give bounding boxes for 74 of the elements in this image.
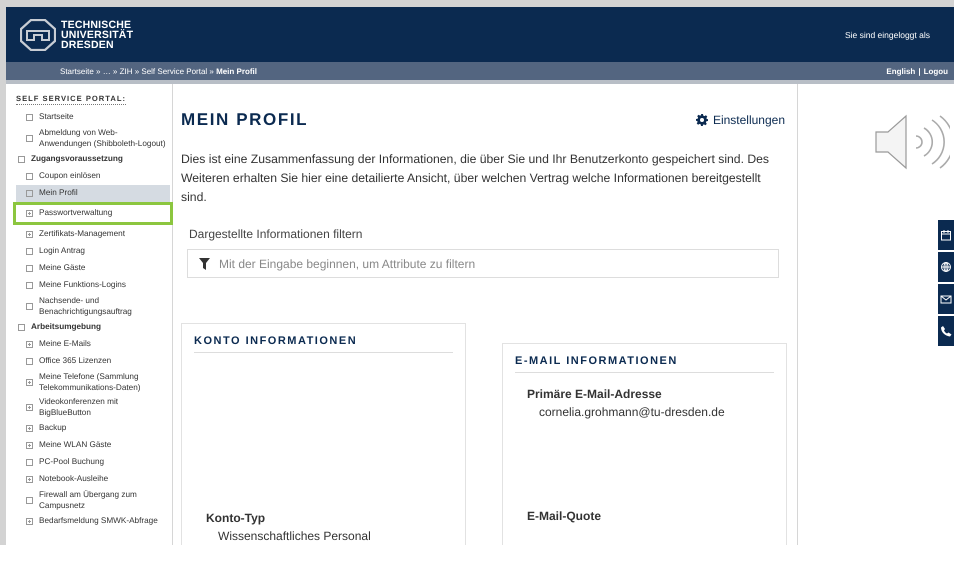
expand-icon — [26, 476, 33, 483]
mail-icon — [940, 293, 952, 305]
header-link[interactable]: English — [886, 66, 916, 76]
settings-icon — [696, 114, 708, 126]
page-icon — [26, 497, 33, 504]
card-title: KONTO INFORMATIONEN — [194, 335, 453, 353]
sidebar-item[interactable]: Meine Funktions-Logins — [16, 277, 170, 294]
page-icon — [18, 324, 25, 331]
field-label: Konto-Typ — [206, 511, 266, 525]
expand-icon — [26, 425, 33, 432]
sidebar-item[interactable]: Bedarfsmeldung SMWK-Abfrage — [16, 513, 170, 530]
page-icon — [26, 114, 33, 121]
filter-icon — [199, 258, 210, 270]
intro-text: Dies ist eine Zusammenfassung der Informationen, die über Sie und Ihr Benutzerkonto gespeichert sind. Des Weiteren erhalten Sie hier eine detailierte Ansicht, über welchen Vertrag welche Informationen bereitgestellt sind. — [181, 151, 770, 206]
sidebar-item[interactable]: Meine Telefone (Sammlung Telekommunikations-Daten) — [16, 370, 170, 395]
sidebar-item[interactable]: Zertifikats-Management — [16, 226, 170, 243]
globe-icon — [940, 261, 952, 273]
quick-action-button[interactable] — [938, 252, 954, 282]
sidebar-item[interactable]: Mein Profil — [16, 185, 170, 202]
sidebar-item[interactable]: Backup — [16, 420, 170, 437]
expand-icon — [26, 341, 33, 348]
sidebar-item[interactable]: Office 365 Lizenzen — [16, 353, 170, 370]
field-label: Primäre E-Mail-Adresse — [527, 387, 663, 401]
sidebar-item[interactable]: Coupon einlösen — [16, 168, 170, 185]
quick-action-button[interactable] — [938, 284, 954, 314]
speaker-icon[interactable] — [874, 114, 950, 170]
sidebar-item[interactable]: Notebook-Ausleihe — [16, 471, 170, 488]
quick-action-button[interactable] — [938, 220, 954, 250]
university-name: TECHNISCHE UNIVERSITÄT DRESDEN — [61, 20, 134, 50]
field-value: Wissenschaftliches Personal — [218, 529, 372, 543]
settings-link[interactable]: Einstellungen — [696, 113, 785, 127]
sidebar-item[interactable]: Firewall am Übergang zum Campusnetz — [16, 488, 170, 513]
filter-field[interactable]: Mit der Eingabe beginnen, um Attribute zu filtern — [187, 249, 779, 278]
page-icon — [26, 173, 33, 180]
page-icon — [26, 282, 33, 289]
university-logo-icon — [20, 18, 56, 50]
sidebar-item[interactable]: Login Antrag — [16, 243, 170, 260]
sidebar-item[interactable]: Videokonferenzen mit BigBlueButton — [16, 395, 170, 420]
sidebar-item[interactable]: Arbeitsumgebung — [16, 319, 170, 336]
sidebar-item[interactable]: Passwortverwaltung — [16, 205, 170, 222]
calendar-icon — [940, 229, 952, 241]
expand-icon — [26, 210, 33, 217]
sidebar-item[interactable]: Meine E-Mails — [16, 336, 170, 353]
phone-icon — [940, 325, 952, 337]
quick-action-button[interactable] — [938, 316, 954, 346]
breadcrumb: Startseite » … » ZIH » Self Service Portal » Mein Profil — [60, 66, 257, 76]
expand-icon — [26, 518, 33, 525]
card-title: E-MAIL INFORMATIONEN — [515, 355, 774, 373]
page-icon — [26, 248, 33, 255]
page-icon — [26, 358, 33, 365]
expand-icon — [26, 404, 33, 411]
header-link[interactable]: Logou — [924, 66, 948, 76]
page-icon — [18, 156, 25, 163]
login-notice: Sie sind eingeloggt als — [844, 30, 930, 40]
expand-icon — [26, 379, 33, 386]
page-icon — [26, 190, 33, 197]
filter-label: Dargestellte Informationen filtern — [189, 227, 364, 241]
expand-icon — [26, 231, 33, 238]
page-icon — [26, 303, 33, 310]
page-icon — [26, 135, 33, 142]
page-title: MEIN PROFIL — [181, 110, 308, 130]
sidebar-item[interactable]: Nachsende- und Benachrichtigungsauftrag — [16, 294, 170, 319]
sidebar-item[interactable]: Abmeldung von Web-Anwendungen (Shibboleth-Logout) — [16, 126, 170, 151]
sidebar-item[interactable]: Meine WLAN Gäste — [16, 437, 170, 454]
link-separator: | — [918, 66, 921, 76]
sidebar-item[interactable]: Meine Gäste — [16, 260, 170, 277]
expand-icon — [26, 442, 33, 449]
field-label: E-Mail-Quote — [527, 509, 602, 523]
field-value: cornelia.grohmann@tu-dresden.de — [539, 405, 726, 419]
sidebar-item[interactable]: Startseite — [16, 109, 170, 126]
page-icon — [26, 265, 33, 272]
sidebar-item[interactable]: PC-Pool Buchung — [16, 454, 170, 471]
sidebar-item[interactable]: Zugangsvoraussetzung — [16, 151, 170, 168]
page-icon — [26, 459, 33, 466]
